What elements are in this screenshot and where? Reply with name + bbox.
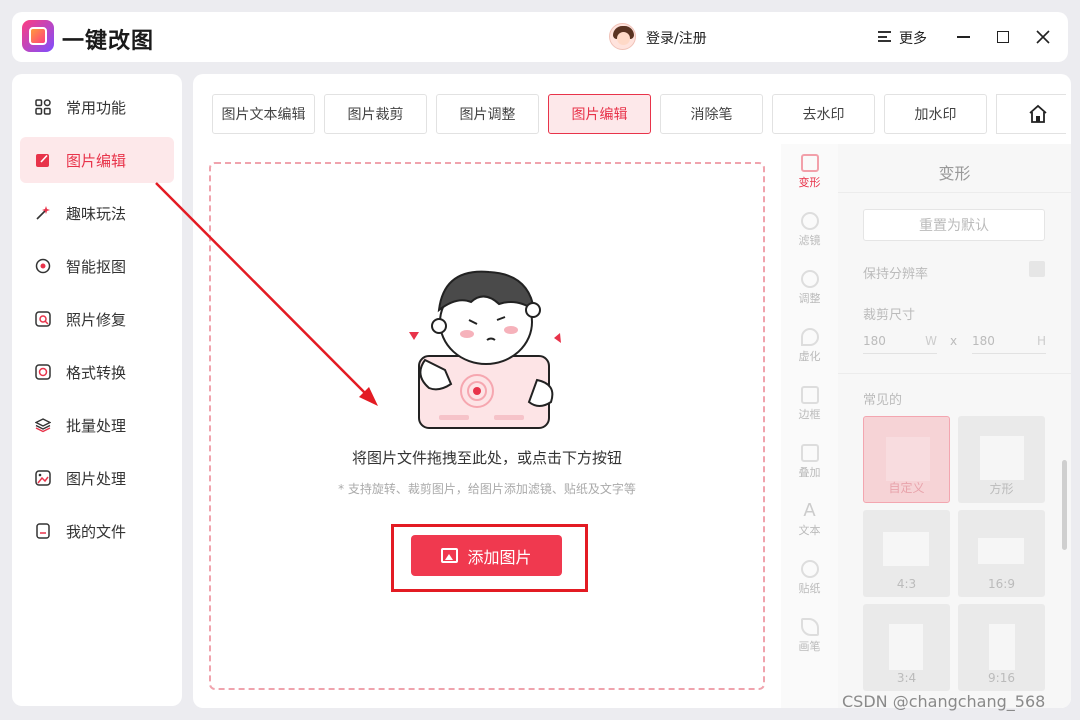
- watermark-text: CSDN @changchang_568: [842, 692, 1046, 711]
- annotation-arrow: [155, 182, 378, 406]
